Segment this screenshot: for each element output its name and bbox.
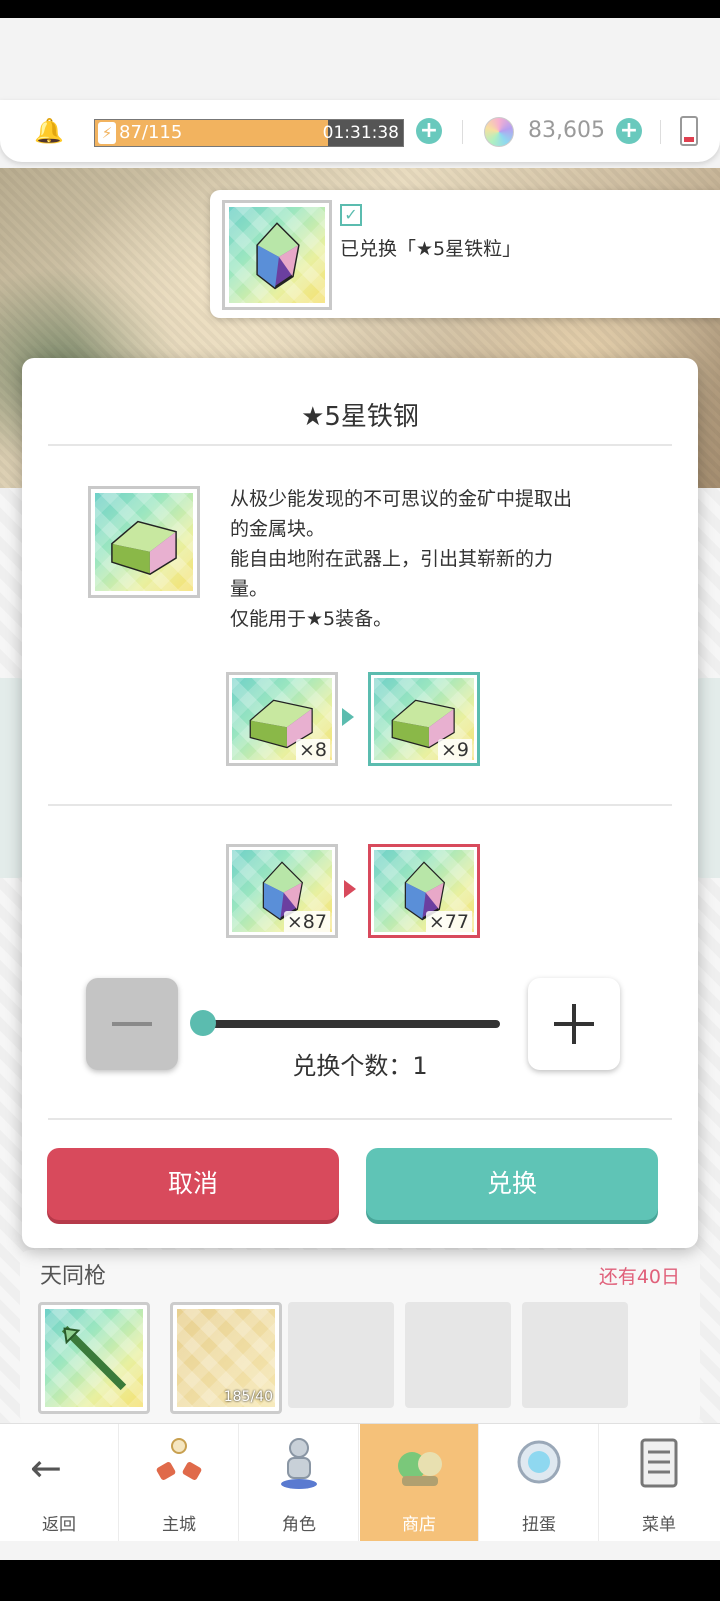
arrow-right-icon	[342, 708, 354, 726]
description-line: 从极少能发现的不可思议的金矿中提取出	[230, 488, 573, 510]
gem-count: 83,605	[528, 118, 605, 143]
cancel-button[interactable]: 取消	[47, 1148, 339, 1220]
empty-slot	[288, 1302, 394, 1408]
bell-icon[interactable]: 🔔	[34, 118, 64, 144]
quantity-slider-track[interactable]	[206, 1020, 500, 1028]
iron-steel-item-icon	[88, 486, 200, 598]
divider	[462, 120, 463, 144]
system-nav-bar	[0, 1560, 720, 1601]
quantity-slider-knob[interactable]	[190, 1010, 216, 1036]
nav-back[interactable]: ← 返回	[0, 1424, 119, 1542]
arrow-right-icon	[344, 880, 356, 898]
exchange-count-label: 兑换个数：1	[292, 1052, 428, 1080]
nav-label: 菜单	[642, 1515, 676, 1535]
item-description: 从极少能发现的不可思议的金矿中提取出 的金属块。 能自由地附在武器上，引出其崭新…	[230, 484, 650, 634]
empty-slot	[405, 1302, 511, 1408]
checkbox-icon: ✓	[340, 204, 362, 226]
gem-icon	[484, 117, 514, 147]
divider	[48, 444, 672, 446]
nav-label: 角色	[282, 1515, 316, 1535]
status-bar	[0, 0, 720, 18]
nav-town[interactable]: 主城	[120, 1424, 239, 1542]
castle-icon	[156, 1438, 202, 1480]
grain-after-box: ×77	[368, 844, 480, 938]
empty-slot	[522, 1302, 628, 1408]
toast-message: 已兑换「★5星铁粒」	[340, 238, 522, 260]
stamina-value: 87/115	[119, 122, 183, 143]
exchange-toast: ✓ 已兑换「★5星铁粒」	[210, 190, 720, 318]
add-stamina-button[interactable]: +	[416, 118, 442, 144]
back-arrow-icon: ←	[30, 1446, 62, 1490]
bottom-navigation: ← 返回 主城 角色 商店 扭蛋 菜单	[0, 1423, 720, 1542]
exchange-dialog: ★5星铁钢 从极少能发现的不可思议的金矿中提取出 的金属块。 能自由地附在武器上…	[22, 358, 698, 1248]
shop-item-title: 天同枪	[40, 1264, 107, 1289]
nav-label: 返回	[42, 1515, 76, 1535]
steel-after-qty: ×9	[437, 739, 472, 761]
nav-gacha[interactable]: 扭蛋	[480, 1424, 599, 1542]
add-gem-button[interactable]: +	[616, 118, 642, 144]
lightning-icon: ⚡	[98, 122, 116, 144]
steel-current-qty: ×8	[295, 739, 330, 761]
spear-weapon-icon[interactable]	[38, 1302, 150, 1414]
game-screen: 🔔 ⚡ 87/115 01:31:38 + 83,605 + ✓ 已兑换「★5星…	[0, 18, 720, 1560]
divider	[660, 120, 661, 144]
nav-bottom-area	[0, 1541, 720, 1560]
exchange-button[interactable]: 兑换	[366, 1148, 658, 1220]
description-line: 量。	[230, 578, 269, 600]
shop-item-panel: 天同枪 还有40日 185/40	[20, 1250, 700, 1425]
nav-label: 扭蛋	[522, 1515, 556, 1535]
description-line: 仅能用于★5装备。	[230, 608, 393, 630]
divider	[48, 1118, 672, 1120]
dialog-title: ★5星铁钢	[301, 402, 419, 432]
nav-label: 商店	[402, 1515, 436, 1535]
battery-icon	[680, 116, 698, 146]
grain-current-qty: ×87	[283, 911, 330, 933]
menu-icon	[640, 1438, 678, 1488]
material-slot[interactable]: 185/40	[170, 1302, 282, 1414]
nav-shop[interactable]: 商店	[360, 1424, 479, 1542]
grain-after-qty: ×77	[425, 911, 472, 933]
description-line: 能自由地附在武器上，引出其崭新的力	[230, 548, 554, 570]
material-count: 185/40	[223, 1389, 273, 1405]
shop-icon	[398, 1452, 442, 1486]
iron-grain-item-icon	[222, 200, 332, 310]
grain-current-box: ×87	[226, 844, 338, 938]
description-line: 的金属块。	[230, 518, 326, 540]
nav-menu[interactable]: 菜单	[600, 1424, 718, 1542]
shop-remaining-time: 还有40日	[598, 1266, 680, 1288]
stamina-bar: ⚡ 87/115 01:31:38	[94, 119, 404, 147]
steel-after-box: ×9	[368, 672, 480, 766]
nav-character[interactable]: 角色	[240, 1424, 359, 1542]
nav-label: 主城	[162, 1515, 196, 1535]
resource-bar: 🔔 ⚡ 87/115 01:31:38 + 83,605 +	[0, 100, 720, 162]
steel-current-box: ×8	[226, 672, 338, 766]
divider	[48, 804, 672, 806]
stamina-timer: 01:31:38	[322, 123, 399, 143]
gacha-icon	[517, 1440, 561, 1484]
character-icon	[281, 1438, 317, 1489]
